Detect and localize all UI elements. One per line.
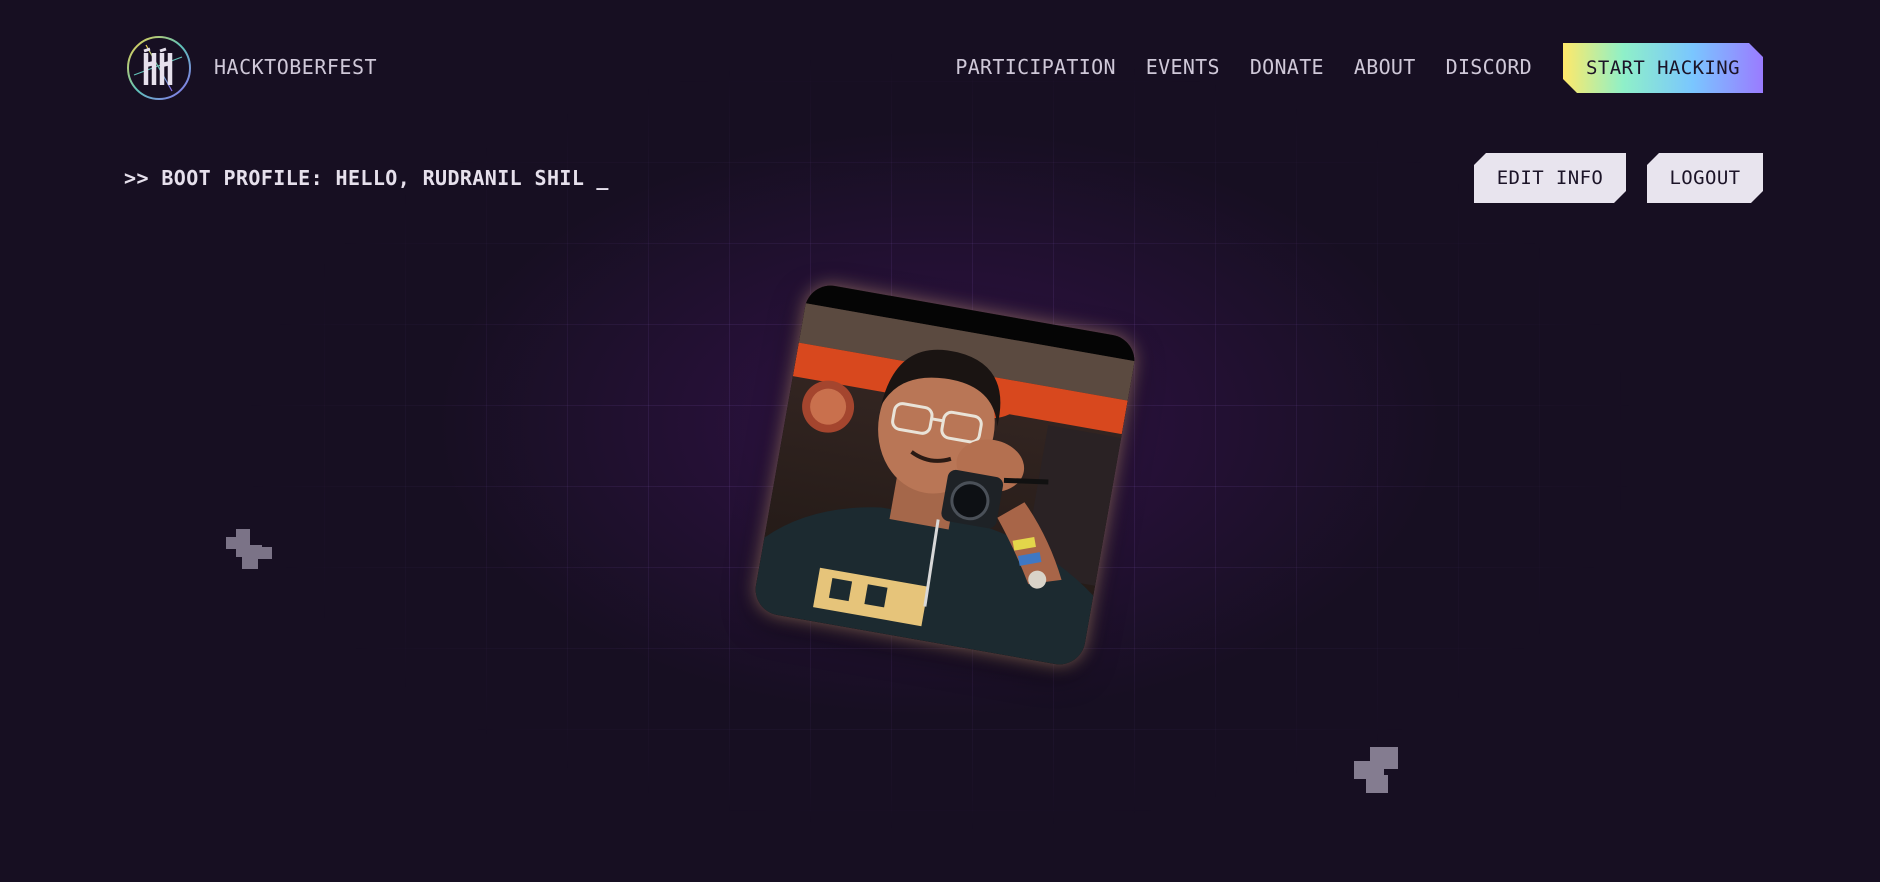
nav-item-about[interactable]: ABOUT [1354,55,1416,79]
nav-item-discord[interactable]: DISCORD [1446,55,1532,79]
brand-name[interactable]: HACKTOBERFEST [214,55,377,79]
boot-profile-text: >> BOOT PROFILE: HELLO, RUDRANIL SHIL [124,166,585,190]
logo-link[interactable] [126,35,192,101]
edit-info-button[interactable]: EDIT INFO [1474,153,1626,203]
profile-photo [751,281,1139,669]
profile-avatar [751,281,1139,669]
blinking-cursor: _ [596,166,609,190]
nav-item-donate[interactable]: DONATE [1250,55,1324,79]
boot-profile-greeting: >> BOOT PROFILE: HELLO, RUDRANIL SHIL _ [124,166,609,190]
hacktoberfest-logo-icon [127,36,191,100]
nav-item-participation[interactable]: PARTICIPATION [955,55,1115,79]
main-nav: PARTICIPATION EVENTS DONATE ABOUT DISCOR… [955,55,1532,79]
pixel-plus-decoration-left [226,529,272,569]
start-hacking-button[interactable]: START HACKING [1563,43,1763,93]
pixel-plus-decoration-right [1354,747,1398,793]
logout-button[interactable]: LOGOUT [1647,153,1763,203]
nav-item-events[interactable]: EVENTS [1146,55,1220,79]
